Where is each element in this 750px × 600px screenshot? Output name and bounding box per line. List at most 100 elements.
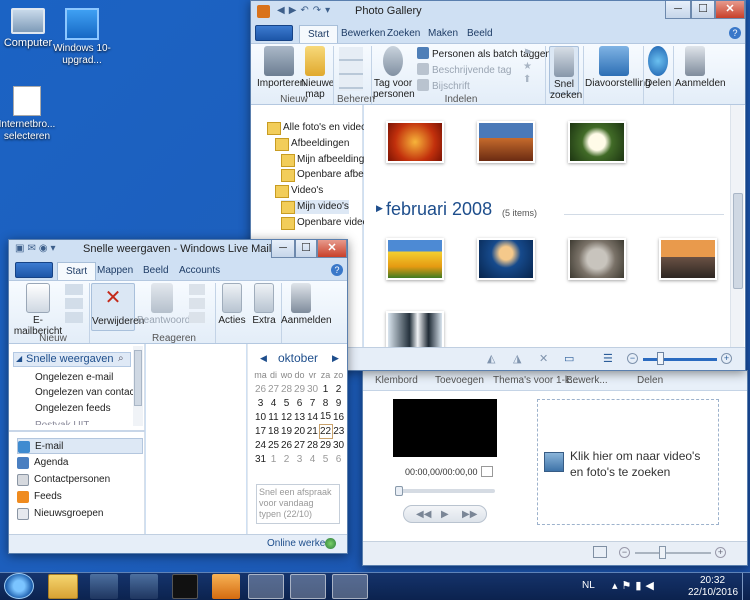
calendar-day[interactable]: 3 — [293, 452, 306, 466]
vertical-scrollbar[interactable] — [133, 346, 143, 426]
nav-agenda[interactable]: Agenda — [17, 455, 68, 471]
tab-beeld[interactable]: Beeld — [459, 25, 501, 43]
taskbar-floppy-2[interactable] — [130, 574, 158, 599]
storyboard-dropzone[interactable]: Klik hier om naar video's en foto's te z… — [537, 399, 719, 525]
calendar-day[interactable]: 28 — [280, 382, 293, 396]
calendar-day[interactable]: 9 — [332, 396, 345, 410]
file-menu-button[interactable] — [255, 25, 293, 41]
calendar-day[interactable]: 30 — [306, 382, 319, 396]
help-icon[interactable]: ? — [331, 264, 343, 276]
monitor-icon[interactable] — [593, 546, 607, 558]
close-button[interactable]: ✕ — [317, 240, 347, 258]
aanmelden-button[interactable]: Aanmelden — [675, 46, 726, 89]
quick-view-item[interactable]: Ongelezen feeds — [35, 403, 111, 414]
extra-button[interactable]: Extra — [249, 283, 279, 326]
calendar-day[interactable]: 10 — [254, 410, 267, 424]
reply-small-icons[interactable] — [189, 284, 205, 324]
maximize-button[interactable]: ☐ — [691, 1, 715, 19]
calendar-day[interactable]: 3 — [254, 396, 267, 410]
taskbar-explorer[interactable] — [48, 574, 78, 599]
rotate-right-icon[interactable]: ◮ — [513, 352, 521, 365]
tree-videos[interactable]: Video's — [275, 184, 323, 198]
zoom-slider-track[interactable] — [635, 552, 711, 554]
slideshow-small-icon[interactable]: ▭ — [564, 352, 574, 365]
show-desktop-button[interactable] — [742, 573, 750, 600]
prev-month-icon[interactable]: ◀ — [260, 353, 267, 364]
calendar-day[interactable]: 27 — [293, 438, 306, 452]
calendar-day[interactable]: 26 — [280, 438, 293, 452]
seek-bar[interactable] — [395, 489, 495, 493]
tag-voor-personen-button[interactable]: Tag voor personen — [373, 46, 415, 100]
calendar-day[interactable]: 1 — [267, 452, 280, 466]
calendar-day[interactable]: 15 — [319, 410, 332, 424]
calendar-day-today[interactable]: 22 — [318, 423, 333, 439]
taskbar-live-mail[interactable] — [332, 574, 368, 599]
vertical-scrollbar[interactable] — [730, 105, 744, 347]
photo-thumbnail[interactable] — [477, 238, 535, 280]
nav-nieuwsgroepen[interactable]: Nieuwsgroepen — [17, 506, 104, 522]
snel-zoeken-button[interactable]: Snel zoeken — [549, 46, 582, 101]
photo-thumbnail[interactable] — [659, 238, 717, 280]
calendar-day[interactable]: 5 — [319, 452, 332, 466]
split-icon[interactable] — [481, 466, 493, 477]
zoom-out-icon[interactable]: − — [619, 547, 630, 558]
start-button[interactable] — [4, 573, 34, 599]
play-icon[interactable]: ▶ — [441, 509, 449, 520]
calendar-day[interactable]: 27 — [267, 382, 280, 396]
new-items-icons[interactable] — [65, 284, 83, 324]
flag-star-icons[interactable]: ⚑ ★ ⬆ — [523, 47, 539, 87]
calendar-day[interactable]: 31 — [254, 452, 267, 466]
calendar-day[interactable]: 8 — [319, 396, 332, 410]
quick-views-header[interactable]: ◢ Snelle weergaven ⌕ — [13, 352, 131, 367]
tree-openbare-videos[interactable]: Openbare video's — [281, 216, 375, 230]
tree-mijn-afbeeldingen[interactable]: Mijn afbeeldingen — [281, 153, 375, 167]
nav-feeds[interactable]: Feeds — [17, 489, 62, 505]
photo-thumbnail[interactable] — [568, 238, 626, 280]
tab-accounts[interactable]: Accounts — [171, 262, 228, 280]
quick-view-item[interactable]: Ongelezen e-mail — [35, 372, 113, 383]
taskbar-floppy-1[interactable] — [90, 574, 118, 599]
delete-icon[interactable]: ✕ — [539, 352, 548, 365]
help-icon[interactable]: ? — [729, 27, 741, 39]
manage-icons[interactable] — [339, 47, 363, 91]
calendar-day[interactable]: 19 — [280, 424, 293, 438]
photo-thumbnail[interactable] — [386, 238, 444, 280]
calendar-day[interactable]: 20 — [293, 424, 306, 438]
bijschrift-button[interactable]: Bijschrift — [417, 79, 470, 92]
calendar-day[interactable]: 17 — [254, 424, 267, 438]
calendar-day[interactable]: 5 — [280, 396, 293, 410]
taskbar-movie-maker[interactable] — [248, 574, 284, 599]
photo-thumbnail[interactable] — [386, 121, 444, 163]
quick-view-item[interactable]: Ongelezen van contac... — [35, 387, 143, 398]
photo-thumbnail[interactable] — [568, 121, 626, 163]
zoom-slider-thumb[interactable] — [659, 546, 666, 559]
importeren-button[interactable]: Importeren — [257, 46, 305, 89]
clock-time[interactable]: 20:32 — [700, 575, 725, 586]
seek-thumb[interactable] — [395, 486, 403, 496]
aanmelden-button[interactable]: Aanmelden — [281, 283, 332, 326]
calendar-day[interactable]: 24 — [254, 438, 267, 452]
delen-button[interactable]: Delen — [645, 46, 671, 89]
tab-mappen[interactable]: Mappen — [89, 262, 141, 280]
calendar-day[interactable]: 25 — [267, 438, 280, 452]
nieuwe-map-button[interactable]: Nieuwe map — [301, 46, 334, 100]
calendar-day[interactable]: 12 — [280, 410, 293, 424]
calendar-day[interactable]: 30 — [332, 438, 345, 452]
calendar-day[interactable]: 16 — [332, 410, 345, 424]
expand-chevron-icon[interactable]: ▶ — [376, 203, 383, 214]
quick-view-item[interactable]: Postvak UIT — [35, 420, 89, 425]
calendar-day[interactable]: 11 — [267, 410, 280, 424]
calendar-day[interactable]: 6 — [332, 452, 345, 466]
maximize-button[interactable]: ☐ — [295, 240, 317, 258]
calendar-day[interactable]: 4 — [267, 396, 280, 410]
verwijderen-button[interactable]: ✕ Verwijderen — [91, 283, 144, 331]
next-frame-icon[interactable]: ▶▶ — [462, 509, 477, 520]
calendar-day[interactable]: 23 — [332, 424, 345, 438]
calendar-day[interactable]: 26 — [254, 382, 267, 396]
zoom-in-icon[interactable]: + — [721, 353, 732, 364]
tray-icons[interactable]: ▴⚑▮◀ — [612, 579, 658, 592]
tree-afbeeldingen[interactable]: Afbeeldingen — [275, 137, 349, 151]
nav-contactpersonen[interactable]: Contactpersonen — [17, 472, 110, 488]
calendar-day[interactable]: 29 — [319, 438, 332, 452]
taskbar-photo-gallery[interactable] — [290, 574, 326, 599]
